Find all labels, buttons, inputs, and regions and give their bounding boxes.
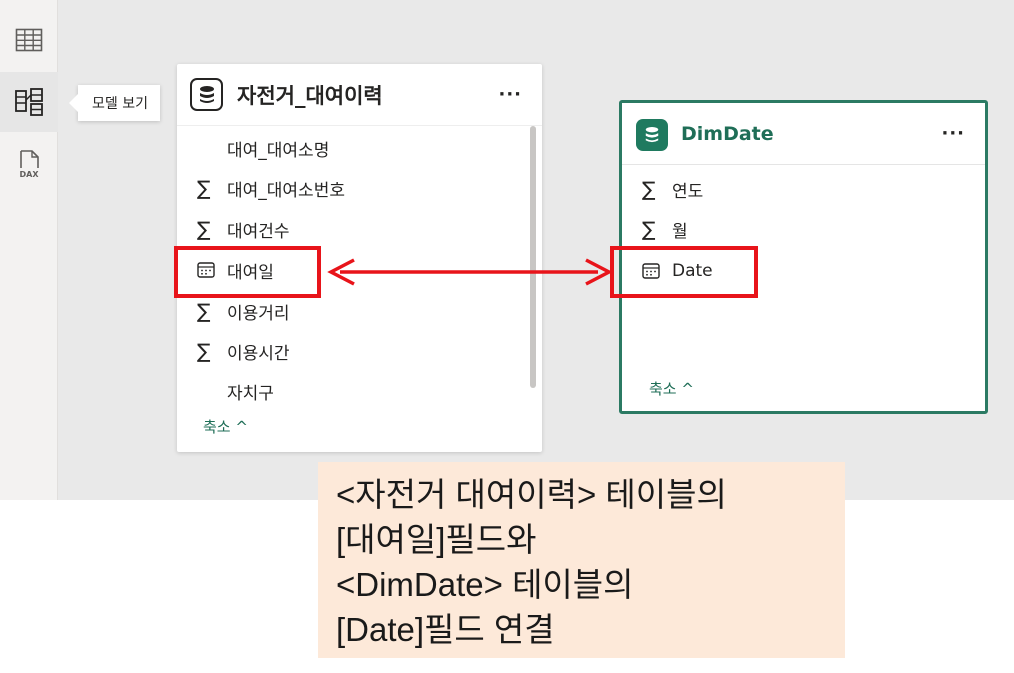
- note-line: [대여일]필드와: [336, 521, 537, 558]
- annotation-note: <자전거 대여이력> 테이블의 [대여일]필드와 <DimDate> 테이블의 …: [318, 462, 845, 658]
- note-line: <자전거 대여이력> 테이블의: [336, 476, 727, 513]
- note-line: [Date]필드 연결: [336, 611, 555, 648]
- note-line: <DimDate> 테이블의: [336, 566, 634, 603]
